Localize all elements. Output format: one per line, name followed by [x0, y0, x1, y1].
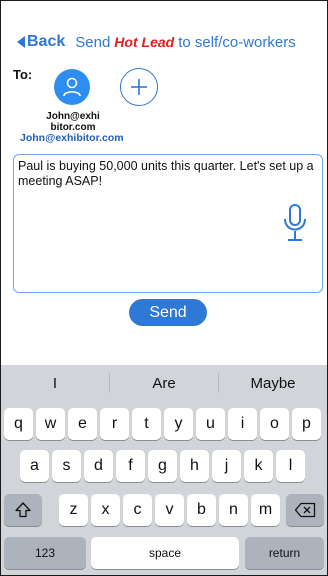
page-title: Send Hot Lead to self/co-workers — [75, 34, 295, 51]
key-r[interactable]: r — [100, 408, 129, 440]
key-t[interactable]: t — [132, 408, 161, 440]
key-s[interactable]: s — [52, 450, 81, 482]
key-j[interactable]: j — [212, 450, 241, 482]
backspace-icon — [294, 502, 316, 518]
key-a[interactable]: a — [20, 450, 49, 482]
key-g[interactable]: g — [148, 450, 177, 482]
space-key[interactable]: space — [91, 537, 239, 569]
recipient-name: John@exhi bitor.com — [41, 111, 105, 133]
key-n[interactable]: n — [219, 494, 248, 526]
suggestion-item[interactable]: Are — [110, 375, 218, 392]
suggestion-bar: I Are Maybe — [1, 365, 327, 401]
key-v[interactable]: v — [155, 494, 184, 526]
app-frame: Back Send Hot Lead to self/co-workers To… — [0, 0, 328, 576]
keyboard: I Are Maybe q w e r t y u i o p a s d f … — [1, 365, 327, 575]
shift-key[interactable] — [4, 494, 42, 526]
title-prefix: Send — [75, 33, 111, 51]
back-label: Back — [27, 33, 66, 50]
title-suffix: to self/co-workers — [178, 33, 296, 51]
add-recipient-button[interactable] — [120, 68, 158, 106]
back-arrow-icon — [17, 36, 25, 48]
key-c[interactable]: c — [123, 494, 152, 526]
key-w[interactable]: w — [36, 408, 65, 440]
message-field[interactable]: Paul is buying 50,000 units this quarter… — [13, 154, 323, 293]
key-d[interactable]: d — [84, 450, 113, 482]
suggestion-item[interactable]: I — [1, 375, 109, 392]
key-q[interactable]: q — [4, 408, 33, 440]
key-p[interactable]: p — [292, 408, 321, 440]
microphone-icon[interactable] — [282, 203, 308, 243]
key-f[interactable]: f — [116, 450, 145, 482]
key-k[interactable]: k — [244, 450, 273, 482]
recipient-avatar[interactable] — [54, 69, 90, 105]
key-b[interactable]: b — [187, 494, 216, 526]
key-z[interactable]: z — [59, 494, 88, 526]
to-label: To: — [13, 67, 33, 82]
header-bar: Back Send Hot Lead to self/co-workers — [17, 31, 296, 53]
key-y[interactable]: y — [164, 408, 193, 440]
send-button[interactable]: Send — [129, 299, 207, 326]
key-o[interactable]: o — [260, 408, 289, 440]
key-l[interactable]: l — [276, 450, 305, 482]
title-hot-lead: Hot Lead — [114, 33, 175, 50]
message-text: Paul is buying 50,000 units this quarter… — [18, 159, 314, 188]
key-h[interactable]: h — [180, 450, 209, 482]
recipient-email: John@exhibitor.com — [20, 132, 124, 144]
recipient-name-line1: John@exhi — [46, 111, 100, 122]
key-x[interactable]: x — [91, 494, 120, 526]
numbers-key[interactable]: 123 — [4, 537, 86, 569]
person-icon — [63, 77, 81, 97]
return-key[interactable]: return — [245, 537, 324, 569]
key-i[interactable]: i — [228, 408, 257, 440]
key-u[interactable]: u — [196, 408, 225, 440]
key-m[interactable]: m — [251, 494, 280, 526]
suggestion-item[interactable]: Maybe — [219, 375, 327, 392]
plus-icon — [131, 79, 147, 95]
backspace-key[interactable] — [286, 494, 324, 526]
shift-arrow-icon — [15, 502, 31, 518]
key-e[interactable]: e — [68, 408, 97, 440]
back-button[interactable]: Back — [17, 33, 65, 51]
